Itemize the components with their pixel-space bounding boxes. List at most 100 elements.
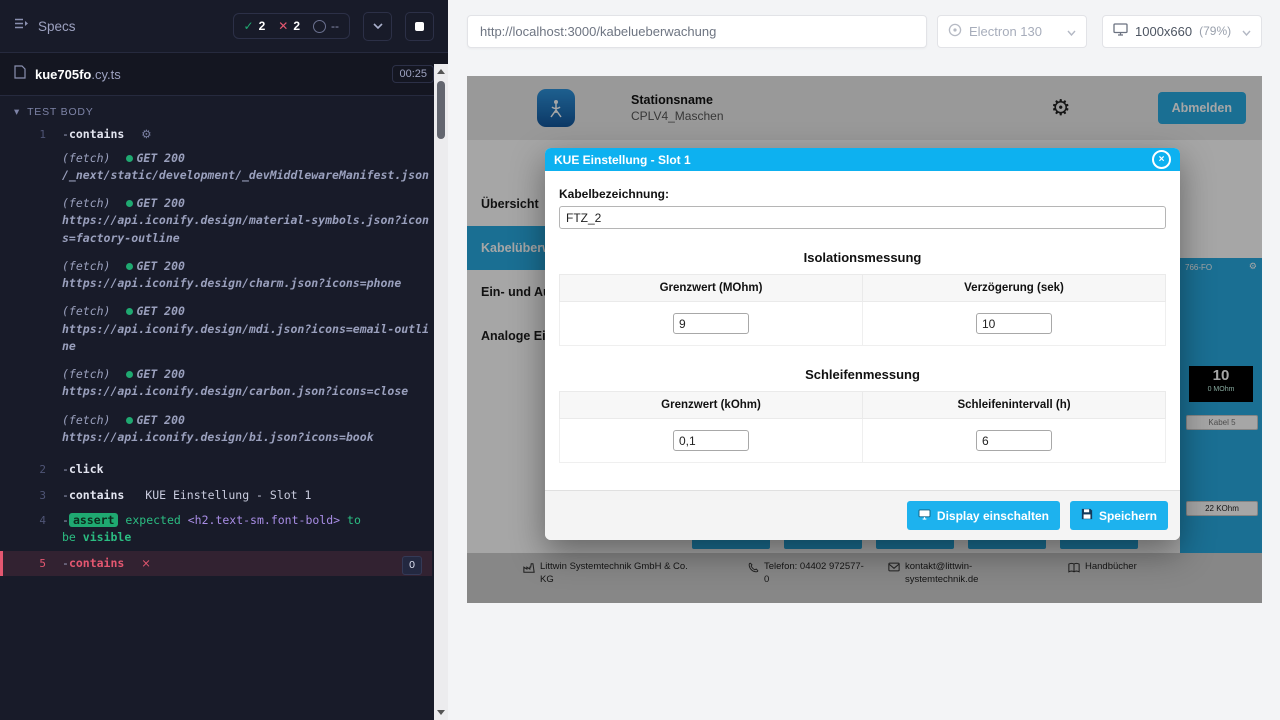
- schleifen-heading: Schleifenmessung: [559, 367, 1166, 382]
- close-icon[interactable]: ×: [1152, 150, 1171, 169]
- display-icon: [918, 509, 931, 523]
- command-name: contains: [69, 556, 124, 570]
- stat-pending: --: [313, 19, 339, 33]
- fetch-log-entry[interactable]: (fetch)GET 200https://api.iconify.design…: [62, 195, 432, 247]
- url-input[interactable]: [467, 15, 927, 48]
- specs-label[interactable]: Specs: [38, 19, 76, 34]
- command-number: 5: [3, 555, 62, 573]
- assert-badge: assert: [69, 513, 119, 527]
- isolation-heading: Isolationsmessung: [559, 250, 1166, 265]
- schleifen-table: Grenzwert (kOhm) Schleifenintervall (h): [559, 391, 1166, 463]
- pending-count: --: [331, 19, 339, 33]
- fail-icon: ×: [141, 556, 151, 570]
- passed-icon: ✓: [244, 19, 254, 33]
- spec-duration: 00:25: [392, 65, 434, 83]
- table-cell: [560, 302, 863, 346]
- assert-target: <h2.text-sm.font-bold>: [188, 513, 340, 527]
- test-body-toggle[interactable]: ▾ TEST BODY: [0, 96, 448, 122]
- iso-grenzwert-input[interactable]: [673, 313, 749, 334]
- cypress-reporter: Specs ✓ 2 ✕ 2 --: [0, 0, 448, 720]
- command-log: 1 -contains ⚙ (fetch)GET 200/_next/stati…: [0, 122, 448, 576]
- stop-icon: [415, 22, 424, 31]
- stat-passed: ✓ 2: [244, 19, 266, 33]
- spec-file-row[interactable]: kue705fo.cy.ts 00:25: [0, 52, 448, 96]
- modal-body: Kabelbezeichnung: Isolationsmessung Gren…: [545, 171, 1180, 490]
- command-row-contains-failed[interactable]: 5 -contains × 0: [0, 551, 432, 577]
- command-number: 1: [0, 126, 62, 144]
- browser-select[interactable]: Electron 130: [937, 15, 1087, 48]
- test-body-label: TEST BODY: [27, 106, 94, 118]
- status-dot: [126, 263, 133, 270]
- retry-count-badge: 0: [402, 556, 422, 576]
- fetch-log-entry[interactable]: (fetch)GET 200/_next/static/development/…: [62, 150, 432, 185]
- pending-icon: [313, 20, 326, 33]
- column-header: Grenzwert (MOhm): [560, 275, 863, 302]
- monitor-icon: [1113, 23, 1128, 39]
- loop-grenzwert-input[interactable]: [673, 430, 749, 451]
- fetch-log-entry[interactable]: (fetch)GET 200https://api.iconify.design…: [62, 303, 432, 355]
- chevron-down-icon: [1067, 24, 1076, 39]
- fetch-log-entry[interactable]: (fetch)GET 200https://api.iconify.design…: [62, 366, 432, 401]
- modal-header: KUE Einstellung - Slot 1 ×: [545, 148, 1180, 171]
- viewport-size: 1000x660: [1135, 24, 1192, 39]
- reporter-scrollbar[interactable]: [434, 64, 448, 720]
- stat-failed: ✕ 2: [278, 19, 300, 33]
- command-row-contains-1[interactable]: 1 -contains ⚙: [0, 122, 432, 148]
- loop-intervall-input[interactable]: [976, 430, 1052, 451]
- command-row-contains-3[interactable]: 3 -contains KUE Einstellung - Slot 1: [0, 483, 432, 509]
- kabel-name-input[interactable]: [559, 206, 1166, 229]
- failed-count: 2: [293, 19, 300, 33]
- app-under-test: Stationsname CPLV4_Maschen ⚙ Abmelden Üb…: [467, 76, 1262, 603]
- table-cell: [560, 419, 863, 463]
- scroll-down-icon[interactable]: [437, 710, 445, 715]
- assert-expected: expected: [125, 513, 180, 527]
- iso-verzoegerung-input[interactable]: [976, 313, 1052, 334]
- fetch-log-entry[interactable]: (fetch)GET 200https://api.iconify.design…: [62, 412, 432, 447]
- command-number: 4: [0, 512, 62, 547]
- chevron-down-icon: [1242, 24, 1251, 39]
- save-button[interactable]: Speichern: [1070, 501, 1168, 530]
- stop-button[interactable]: [405, 12, 434, 41]
- table-cell: [863, 302, 1166, 346]
- fetch-log: (fetch)GET 200/_next/static/development/…: [62, 150, 432, 447]
- status-dot: [126, 155, 133, 162]
- floppy-icon: [1081, 508, 1093, 523]
- spec-extension: .cy.ts: [91, 67, 120, 82]
- status-dot: [126, 200, 133, 207]
- browser-label: Electron 130: [969, 24, 1042, 39]
- screen: Specs ✓ 2 ✕ 2 --: [0, 0, 1280, 720]
- passed-count: 2: [259, 19, 266, 33]
- failed-icon: ✕: [278, 19, 288, 33]
- assert-result: be visible: [62, 529, 432, 546]
- scrollbar-thumb[interactable]: [437, 81, 445, 139]
- viewport-select[interactable]: 1000x660 (79%): [1102, 15, 1262, 48]
- test-stats: ✓ 2 ✕ 2 --: [233, 13, 351, 39]
- status-dot: [126, 371, 133, 378]
- status-dot: [126, 417, 133, 424]
- display-on-button[interactable]: Display einschalten: [907, 501, 1060, 530]
- command-row-assert[interactable]: 4 -assert expected <h2.text-sm.font-bold…: [0, 508, 432, 551]
- fetch-log-entry[interactable]: (fetch)GET 200https://api.iconify.design…: [62, 258, 432, 293]
- command-number: 3: [0, 487, 62, 505]
- modal-footer: Display einschalten Speichern: [545, 490, 1180, 540]
- column-header: Grenzwert (kOhm): [560, 392, 863, 419]
- command-options-icon[interactable]: ⚙: [141, 127, 151, 141]
- status-dot: [126, 308, 133, 315]
- command-argument: KUE Einstellung - Slot 1: [145, 488, 311, 502]
- runner-topbar: Electron 130 1000x660 (79%): [448, 0, 1280, 62]
- spec-file-icon: [14, 65, 26, 84]
- kabel-name-label: Kabelbezeichnung:: [559, 187, 1166, 201]
- collapse-button[interactable]: [363, 12, 392, 41]
- modal-title: KUE Einstellung - Slot 1: [554, 153, 691, 167]
- command-number: 2: [0, 461, 62, 479]
- command-name: click: [69, 462, 104, 476]
- command-name: contains: [69, 127, 124, 141]
- specs-menu-icon[interactable]: [14, 17, 29, 35]
- isolation-table: Grenzwert (MOhm) Verzögerung (sek): [559, 274, 1166, 346]
- command-row-click[interactable]: 2 -click: [0, 457, 432, 483]
- reporter-header: Specs ✓ 2 ✕ 2 --: [0, 0, 448, 52]
- chevron-down-icon: ▾: [14, 106, 20, 118]
- column-header: Verzögerung (sek): [863, 275, 1166, 302]
- kue-settings-modal: KUE Einstellung - Slot 1 × Kabelbezeichn…: [545, 148, 1180, 540]
- scroll-up-icon[interactable]: [437, 69, 445, 74]
